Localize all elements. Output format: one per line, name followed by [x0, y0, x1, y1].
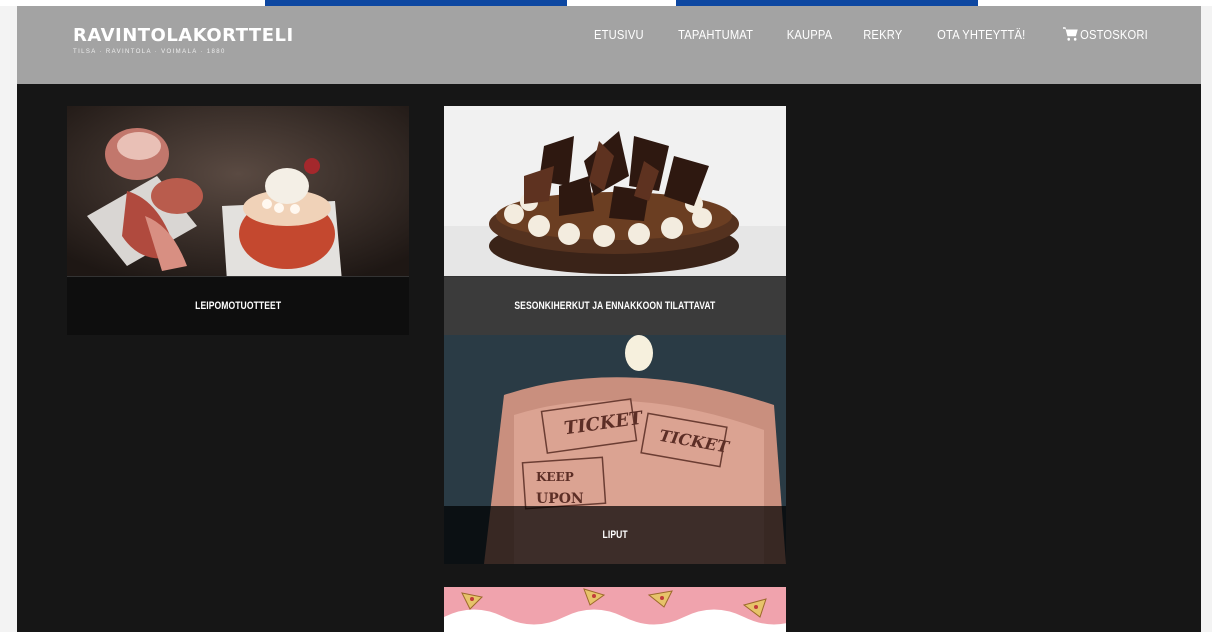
- category-caption: Leipomotuotteet: [67, 277, 409, 335]
- nav-item-etusivu[interactable]: Etusivu: [594, 27, 644, 42]
- nav-item-rekry[interactable]: Rekry: [863, 27, 902, 42]
- site-logo[interactable]: RAVINTOLAKORTTELI TILSA · RAVINTOLA · VO…: [73, 25, 294, 55]
- category-card-4[interactable]: [444, 587, 786, 632]
- category-caption: Liput: [444, 506, 786, 564]
- pizza-pattern-image: [444, 587, 786, 632]
- chocolate-cake-image: [444, 106, 786, 276]
- page: RAVINTOLAKORTTELI TILSA · RAVINTOLA · VO…: [17, 6, 1201, 632]
- category-caption: Sesonkiherkut ja ennakkoon tilattavat: [444, 277, 786, 335]
- navbar: RAVINTOLAKORTTELI TILSA · RAVINTOLA · VO…: [17, 6, 1201, 84]
- main-menu: Etusivu Tapahtumat Kauppa Rekry Ota yhte…: [590, 6, 1155, 62]
- logo-tagline: TILSA · RAVINTOLA · VOIMALA · 1880: [73, 49, 226, 55]
- svg-text:UPON: UPON: [536, 491, 584, 507]
- category-card-sesonkiherkut[interactable]: Sesonkiherkut ja ennakkoon tilattavat: [444, 106, 786, 335]
- nav-item-tapahtumat[interactable]: Tapahtumat: [678, 27, 753, 42]
- cart-link[interactable]: Ostoskori: [1063, 26, 1148, 42]
- svg-text:KEEP: KEEP: [536, 470, 574, 484]
- logo-text: RAVINTOLAKORTTELI: [73, 25, 294, 46]
- category-card-leipomotuotteet[interactable]: Leipomotuotteet: [67, 106, 409, 335]
- cart-label: Ostoskori: [1080, 26, 1149, 42]
- nav-item-ota-yhteytta[interactable]: Ota yhteyttä!: [937, 27, 1025, 42]
- cart-icon: [1063, 27, 1078, 41]
- category-card-liput[interactable]: TICKET TICKET KEEP UPON Liput: [444, 335, 786, 564]
- nav-item-kauppa[interactable]: Kauppa: [787, 27, 833, 42]
- pastries-image: [67, 106, 409, 276]
